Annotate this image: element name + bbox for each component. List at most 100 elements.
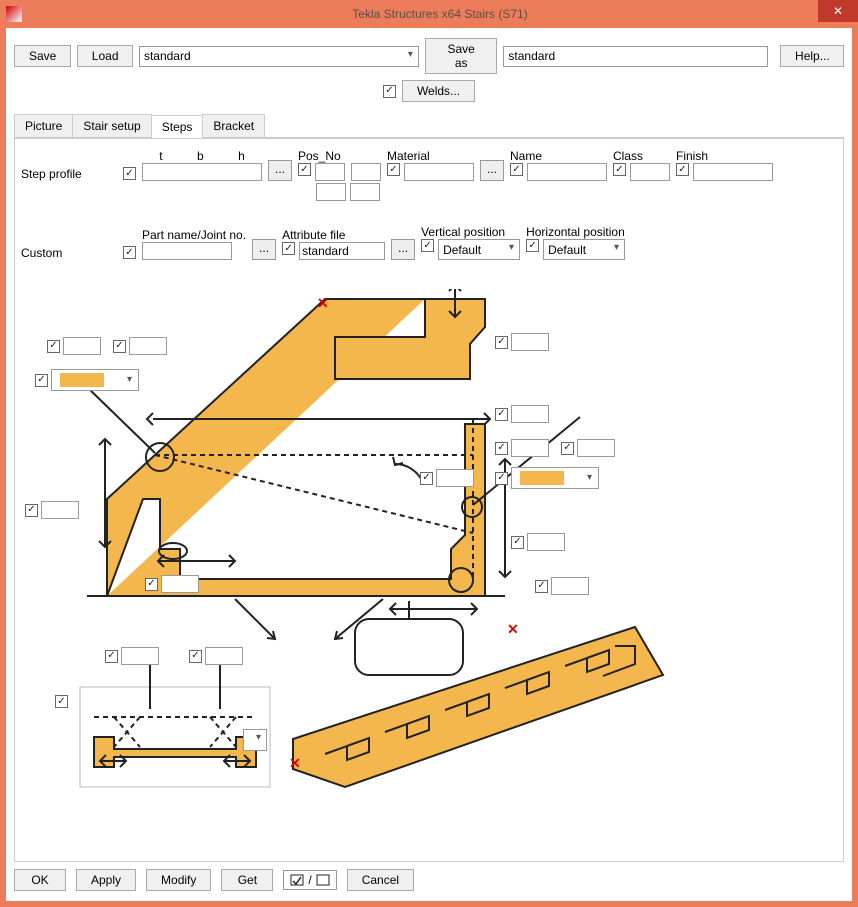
param-color-1-combo[interactable] (51, 369, 139, 391)
param-ang-input[interactable] (436, 469, 474, 487)
vpos-check[interactable]: ✓ (421, 239, 434, 252)
close-button[interactable]: ✕ (818, 0, 858, 22)
param-l-1-input[interactable] (41, 501, 79, 519)
param-color-2-check[interactable]: ✓ (495, 472, 508, 485)
welds-button[interactable]: Welds... (402, 80, 475, 102)
attrfile-browse[interactable]: ... (391, 239, 415, 260)
param-l-2: ✓ (145, 575, 199, 593)
tab-steps[interactable]: Steps (151, 115, 204, 138)
class-check[interactable]: ✓ (613, 163, 626, 176)
vpos-label: Vertical position (421, 225, 520, 239)
attrfile-label: Attribute file (282, 228, 385, 242)
hpos-select[interactable] (543, 239, 625, 260)
finish-check[interactable]: ✓ (676, 163, 689, 176)
tab-picture[interactable]: Picture (14, 114, 73, 137)
param-l-1-check[interactable]: ✓ (25, 504, 38, 517)
param-bl-1-input[interactable] (121, 647, 159, 665)
param-r-4-check[interactable]: ✓ (511, 536, 524, 549)
custom-check[interactable]: ✓ (123, 246, 136, 259)
row2-custom: Custom ✓ Part name/Joint no. ... Attribu… (21, 225, 837, 260)
param-l-2-check[interactable]: ✓ (145, 578, 158, 591)
welds-row: ✓ Welds... (6, 78, 852, 110)
preset-select[interactable] (139, 46, 419, 67)
param-bl-2-check[interactable]: ✓ (189, 650, 202, 663)
finish-label: Finish (676, 149, 773, 163)
name-input[interactable] (527, 163, 607, 181)
param-ul-1-check[interactable]: ✓ (47, 340, 60, 353)
partname-browse[interactable]: ... (252, 239, 276, 260)
partname-label: Part name/Joint no. (142, 228, 246, 242)
cancel-button[interactable]: Cancel (347, 869, 414, 891)
modify-button[interactable]: Modify (146, 869, 211, 891)
posno-check[interactable]: ✓ (298, 163, 311, 176)
vpos-select[interactable] (438, 239, 520, 260)
step-profile-input[interactable] (142, 163, 262, 181)
hpos-check[interactable]: ✓ (526, 239, 539, 252)
filter-toggle[interactable]: / (283, 870, 336, 890)
attrfile-check[interactable]: ✓ (282, 242, 295, 255)
param-r-2-check[interactable]: ✓ (495, 408, 508, 421)
param-ang: ✓ (420, 469, 474, 487)
save-as-button[interactable]: Save as (425, 38, 497, 74)
step-profile-browse[interactable]: ... (268, 160, 292, 181)
welds-check[interactable]: ✓ (383, 85, 396, 98)
tab-stair-setup[interactable]: Stair setup (72, 114, 151, 137)
param-bl-combo-sel[interactable] (243, 729, 267, 751)
client-area: Save Load Save as Help... ✓ Welds... Pic… (6, 28, 852, 901)
param-r-5-check[interactable]: ✓ (535, 580, 548, 593)
posno-input-3[interactable] (316, 183, 346, 201)
param-r-4: ✓ (511, 533, 565, 551)
help-button[interactable]: Help... (780, 45, 844, 67)
partname-input[interactable] (142, 242, 232, 260)
attrfile-input[interactable] (299, 242, 385, 260)
param-r-1-input[interactable] (511, 333, 549, 351)
param-bl-combo (243, 729, 267, 751)
class-input[interactable] (630, 163, 670, 181)
param-r-4-input[interactable] (527, 533, 565, 551)
param-ul-2-check[interactable]: ✓ (113, 340, 126, 353)
custom-label: Custom (21, 232, 117, 260)
param-r-2-input[interactable] (511, 405, 549, 423)
apply-button[interactable]: Apply (76, 869, 136, 891)
titlebar: Tekla Structures x64 Stairs (S71) ✕ (0, 0, 858, 28)
posno-input-4[interactable] (350, 183, 380, 201)
step-profile-check[interactable]: ✓ (123, 167, 136, 180)
param-color-1-check[interactable]: ✓ (35, 374, 48, 387)
param-ang-check[interactable]: ✓ (420, 472, 433, 485)
material-input[interactable] (404, 163, 474, 181)
material-browse[interactable]: ... (480, 160, 504, 181)
param-r-2: ✓ (495, 405, 549, 423)
tab-bracket[interactable]: Bracket (202, 114, 265, 137)
param-r-3-check[interactable]: ✓ (495, 442, 508, 455)
name-check[interactable]: ✓ (510, 163, 523, 176)
load-button[interactable]: Load (77, 45, 133, 67)
b-label: b (197, 149, 204, 163)
param-bl-3-check[interactable]: ✓ (55, 695, 68, 708)
param-color-2: ✓ (495, 467, 599, 489)
param-l-2-input[interactable] (161, 575, 199, 593)
row1: Step profile ✓ t b h ... Pos_No ✓ (21, 149, 837, 201)
param-r-3b-input[interactable] (577, 439, 615, 457)
param-r-3b-check[interactable]: ✓ (561, 442, 574, 455)
param-r-5-input[interactable] (551, 577, 589, 595)
param-color-2-combo[interactable] (511, 467, 599, 489)
param-ul-1-input[interactable] (63, 337, 101, 355)
material-check[interactable]: ✓ (387, 163, 400, 176)
param-ul-2: ✓ (113, 337, 167, 355)
get-button[interactable]: Get (221, 869, 273, 891)
hpos-label: Horizontal position (526, 225, 625, 239)
param-r-3-input[interactable] (511, 439, 549, 457)
ok-button[interactable]: OK (14, 869, 66, 891)
param-bl-2-input[interactable] (205, 647, 243, 665)
param-color-1: ✓ (35, 369, 139, 391)
param-bl-1-check[interactable]: ✓ (105, 650, 118, 663)
posno-input-2[interactable] (351, 163, 381, 181)
save-as-input[interactable] (503, 46, 768, 67)
posno-input-1[interactable] (315, 163, 345, 181)
finish-input[interactable] (693, 163, 773, 181)
param-r-1-check[interactable]: ✓ (495, 336, 508, 349)
param-ul-2-input[interactable] (129, 337, 167, 355)
save-button[interactable]: Save (14, 45, 71, 67)
param-r-3: ✓ (495, 439, 549, 457)
top-toolbar: Save Load Save as Help... (6, 28, 852, 78)
